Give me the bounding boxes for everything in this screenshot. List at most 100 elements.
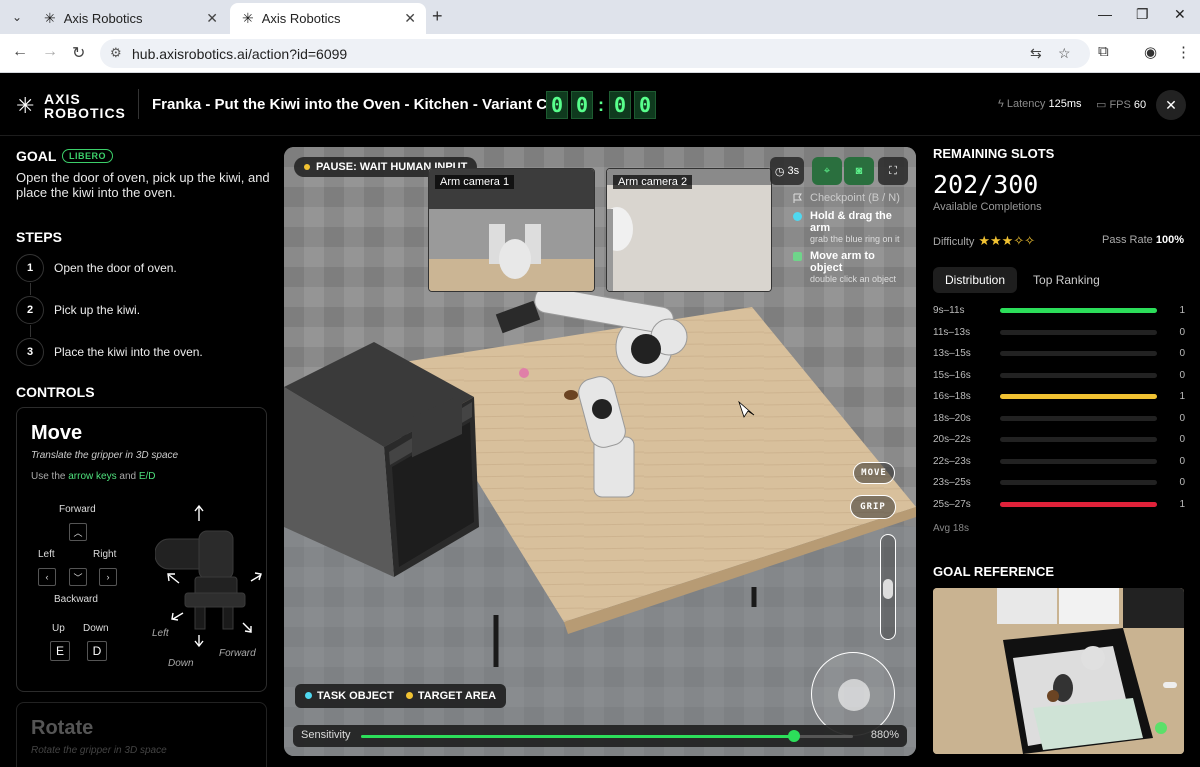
- left-panel: GOAL LIBERO Open the door of oven, pick …: [0, 137, 283, 767]
- height-slider[interactable]: [880, 534, 896, 640]
- clock-icon: ◷: [774, 165, 788, 178]
- step-timer-button[interactable]: ◷ 3s: [770, 157, 804, 185]
- tab-search-button[interactable]: ⌄: [6, 6, 28, 28]
- pass-rate: Pass Rate 100%: [1102, 234, 1184, 246]
- address-bar[interactable]: ⚙ hub.axisrobotics.ai/action?id=6099 ⇆ ☆: [100, 39, 1090, 68]
- up-label: Up: [52, 623, 65, 634]
- histogram-count: 0: [1179, 369, 1185, 381]
- reload-icon[interactable]: ↻: [72, 43, 85, 63]
- app-header: ✳ AXIS ROBOTICS Franka - Put the Kiwi in…: [0, 73, 1200, 136]
- sensitivity-knob[interactable]: [787, 730, 800, 742]
- arm-camera-2[interactable]: Arm camera 2: [606, 168, 772, 292]
- grip-mode-button[interactable]: GRIP: [850, 495, 896, 519]
- step-connector: [30, 325, 31, 337]
- remaining-slots-value: 202/300: [933, 170, 1039, 199]
- arm-camera-2-label: Arm camera 2: [613, 175, 693, 189]
- sensitivity-label: Sensitivity: [301, 729, 351, 741]
- tab-close-icon[interactable]: ✕: [404, 10, 416, 27]
- histogram-bin-label: 23s–25s: [933, 477, 971, 488]
- sensitivity-slider[interactable]: [361, 730, 853, 742]
- histogram-bar: [1000, 501, 1157, 507]
- histogram-row: 11s–13s 0: [933, 325, 1185, 341]
- step-number: 1: [16, 254, 44, 282]
- new-tab-icon[interactable]: +: [432, 6, 443, 27]
- restore-icon[interactable]: ❐: [1136, 6, 1149, 23]
- right-label: Right: [93, 549, 117, 560]
- goal-text: Open the door of oven, pick up the kiwi,…: [16, 170, 270, 200]
- arrow-up-key[interactable]: ︿: [69, 523, 87, 541]
- chrome-menu-icon[interactable]: ⋮: [1176, 43, 1191, 61]
- target-button[interactable]: ⌖: [812, 157, 842, 185]
- browser-tab-2[interactable]: ✳ Axis Robotics ✕: [230, 3, 426, 34]
- tab-close-icon[interactable]: ✕: [206, 10, 218, 27]
- d-key[interactable]: D: [87, 641, 107, 661]
- joystick-knob[interactable]: [838, 679, 870, 711]
- step-item: 1 Open the door of oven.: [16, 253, 177, 283]
- browser-toolbar: ← → ↻ ⚙ hub.axisrobotics.ai/action?id=60…: [0, 34, 1200, 73]
- histogram-bin-label: 20s–22s: [933, 434, 971, 445]
- goal-heading: GOAL: [16, 148, 57, 164]
- histogram-row: 22s–23s 0: [933, 454, 1185, 470]
- tab-top-ranking[interactable]: Top Ranking: [1021, 267, 1112, 293]
- histogram-row: 9s–11s 1: [933, 303, 1185, 319]
- bookmark-star-icon[interactable]: ☆: [1058, 45, 1071, 62]
- arrow-down-key[interactable]: ﹀: [69, 568, 87, 586]
- extensions-icon[interactable]: ⧉: [1098, 43, 1109, 60]
- move-mode-button[interactable]: MOVE: [853, 462, 895, 484]
- joystick[interactable]: [811, 652, 895, 736]
- forward-icon[interactable]: →: [42, 43, 58, 61]
- histogram-count: 0: [1179, 455, 1185, 467]
- histogram-track: [1000, 394, 1157, 399]
- remaining-slots-heading: REMAINING SLOTS: [933, 146, 1055, 161]
- histogram-bin-label: 16s–18s: [933, 391, 971, 402]
- move-hint: Use the arrow keys and E/D: [31, 471, 156, 482]
- fullscreen-button[interactable]: ⛶: [878, 157, 908, 185]
- header-divider: [138, 89, 139, 119]
- axis-favicon-icon: ✳: [44, 10, 56, 26]
- camera-button[interactable]: ◙: [844, 157, 874, 185]
- fullscreen-icon: ⛶: [889, 164, 897, 177]
- histogram-row: 13s–15s 0: [933, 346, 1185, 362]
- histogram-bin-label: 18s–20s: [933, 412, 971, 424]
- goal-reference-heading: GOAL REFERENCE: [933, 564, 1055, 579]
- site-info-icon[interactable]: ⚙: [110, 45, 122, 61]
- distribution-tabs: Distribution Top Ranking: [933, 267, 1112, 293]
- latency-readout: ϟ Latency 125ms: [998, 98, 1082, 110]
- forward-label: Forward: [59, 504, 96, 515]
- e-key[interactable]: E: [50, 641, 70, 661]
- browser-tab-1[interactable]: ✳ Axis Robotics ✕: [32, 3, 228, 34]
- flag-icon: [793, 193, 802, 203]
- browser-tabbar: ⌄ ✳ Axis Robotics ✕ ✳ Axis Robotics ✕ + …: [0, 0, 1200, 34]
- tab-distribution[interactable]: Distribution: [933, 267, 1018, 293]
- camera-icon: ◙: [855, 165, 863, 177]
- backward-label: Backward: [54, 594, 98, 605]
- right-panel: REMAINING SLOTS 202/300 Available Comple…: [917, 137, 1200, 767]
- arrow-left-key[interactable]: ‹: [38, 568, 56, 586]
- legend-task-object: TASK OBJECT: [305, 690, 394, 702]
- exit-task-button[interactable]: ✕: [1156, 90, 1186, 120]
- histogram-row: 25s–27s 1: [933, 497, 1185, 513]
- left-label: Left: [38, 549, 55, 560]
- step-text: Open the door of oven.: [54, 261, 177, 275]
- green-square-icon: [793, 252, 802, 261]
- histogram-bin-label: 22s–23s: [933, 455, 971, 467]
- arm-camera-1[interactable]: Arm camera 1: [428, 168, 595, 292]
- goal-reference-image[interactable]: [933, 588, 1184, 754]
- back-icon[interactable]: ←: [12, 43, 28, 61]
- tab-title: Axis Robotics: [261, 11, 341, 26]
- url-text[interactable]: hub.axisrobotics.ai/action?id=6099: [132, 46, 347, 62]
- arrow-right-key[interactable]: ›: [99, 568, 117, 586]
- simulation-viewport[interactable]: PAUSE: WAIT HUMAN INPUT Arm camera 1 Arm…: [284, 147, 916, 756]
- profile-icon[interactable]: ◉: [1144, 43, 1157, 61]
- sensitivity-bar: Sensitivity 880%: [293, 725, 907, 747]
- histogram-count: 1: [1179, 305, 1185, 316]
- fig-left-label: Left: [152, 628, 169, 639]
- axis-logo-icon: ✳: [16, 93, 35, 118]
- histogram-track: [1000, 480, 1157, 485]
- lightning-icon: ϟ: [998, 98, 1007, 110]
- height-slider-knob[interactable]: [883, 579, 893, 599]
- difficulty: Difficulty ★★★✧✧: [933, 233, 1036, 248]
- translate-icon[interactable]: ⇆: [1030, 45, 1042, 62]
- window-close-icon[interactable]: ✕: [1174, 6, 1186, 23]
- minimize-icon[interactable]: —: [1098, 6, 1112, 22]
